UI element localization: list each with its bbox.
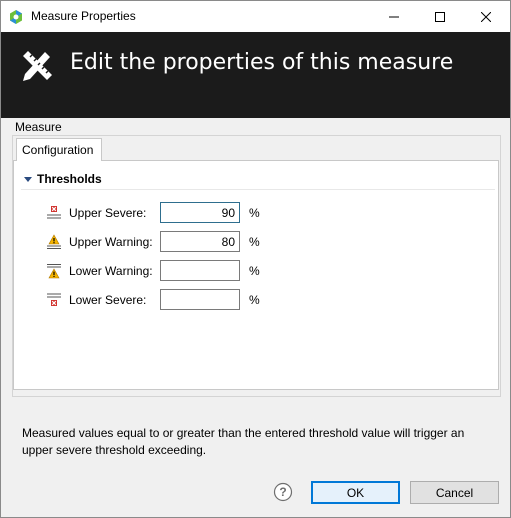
help-icon[interactable]: ? — [273, 482, 293, 502]
lower-warning-input[interactable] — [160, 260, 240, 281]
app-logo-icon — [10, 10, 22, 24]
lower-severe-unit: % — [249, 293, 260, 307]
measure-group-label: Measure — [15, 120, 62, 134]
dialog-header: Edit the properties of this measure — [1, 32, 510, 118]
upper-warning-icon — [47, 234, 61, 249]
upper-severe-icon — [47, 206, 61, 219]
lower-warning-unit: % — [249, 264, 260, 278]
thresholds-section-toggle[interactable]: Thresholds — [23, 172, 102, 186]
lower-severe-label: Lower Severe: — [69, 293, 147, 307]
upper-severe-input[interactable] — [160, 202, 240, 223]
thresholds-section-label: Thresholds — [37, 172, 102, 186]
upper-warning-unit: % — [249, 235, 260, 249]
section-divider — [21, 189, 495, 190]
lower-warning-icon — [47, 264, 61, 279]
info-message: Measured values equal to or greater than… — [22, 426, 465, 457]
upper-severe-label: Upper Severe: — [69, 206, 147, 220]
svg-text:?: ? — [279, 485, 286, 499]
maximize-button[interactable] — [417, 1, 463, 32]
ruler-pencil-icon — [23, 51, 52, 81]
tab-configuration[interactable]: Configuration — [16, 138, 102, 161]
header-title: Edit the properties of this measure — [70, 50, 454, 75]
lower-severe-icon — [47, 293, 61, 306]
window-title: Measure Properties — [31, 9, 136, 23]
expand-triangle-icon — [24, 177, 32, 182]
upper-severe-unit: % — [249, 206, 260, 220]
cancel-button[interactable]: Cancel — [410, 481, 499, 504]
close-icon — [481, 11, 491, 22]
lower-severe-input[interactable] — [160, 289, 240, 310]
minimize-button[interactable] — [371, 1, 417, 32]
ok-button[interactable]: OK — [311, 481, 400, 504]
measure-properties-dialog: Measure Properties Edit the properties o… — [0, 0, 511, 518]
maximize-icon — [435, 11, 445, 22]
minimize-icon — [389, 16, 399, 17]
lower-warning-label: Lower Warning: — [69, 264, 153, 278]
upper-warning-label: Upper Warning: — [69, 235, 153, 249]
close-button[interactable] — [463, 1, 509, 32]
upper-warning-input[interactable] — [160, 231, 240, 252]
title-bar[interactable]: Measure Properties — [1, 1, 510, 32]
